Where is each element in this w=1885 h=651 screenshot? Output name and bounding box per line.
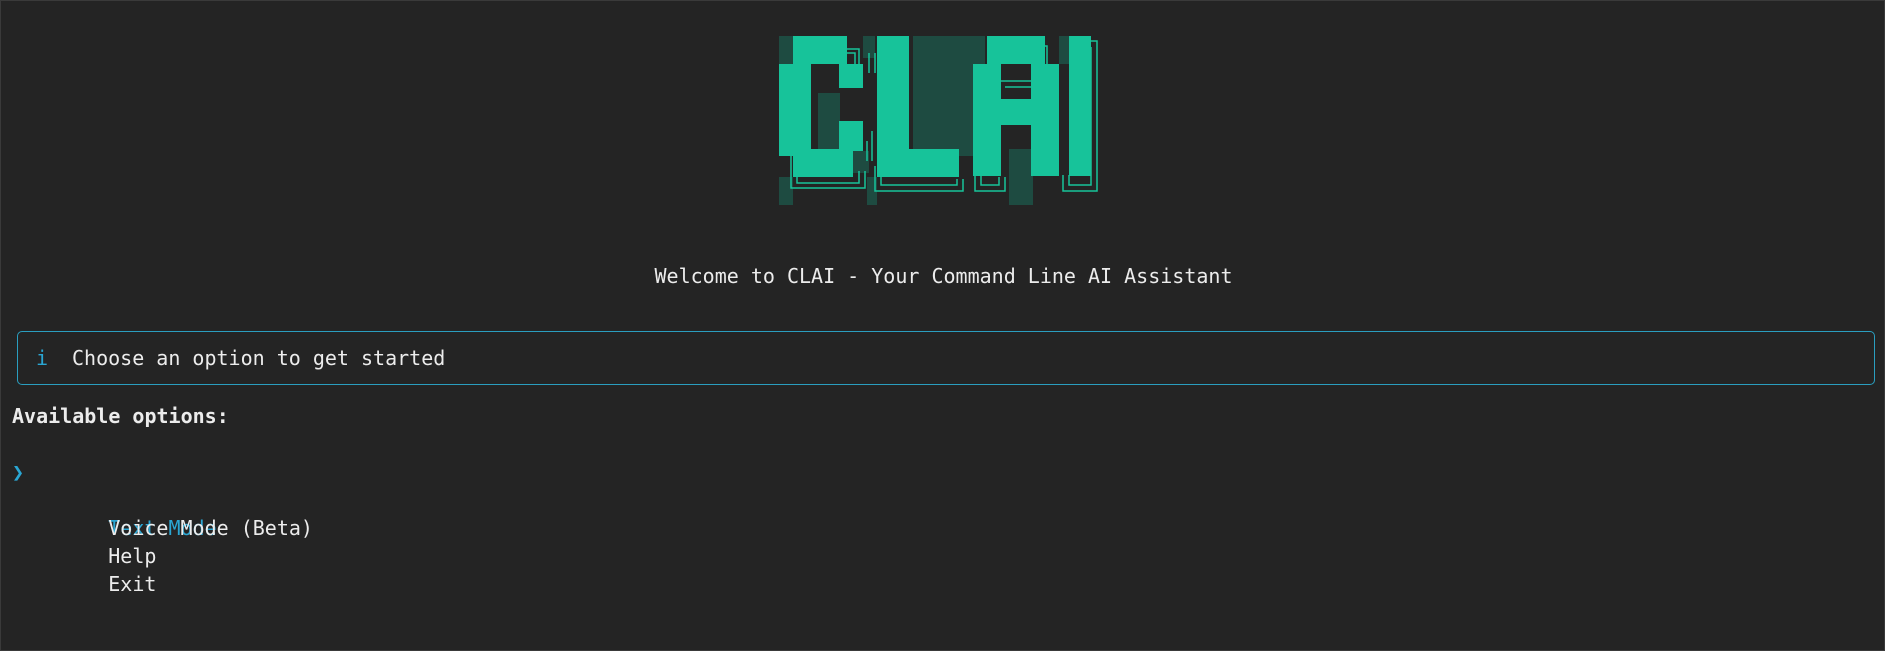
menu-item-help[interactable]: Help [12, 514, 313, 568]
options-menu: ❯ Text Mode Voice Mode (Beta) Help Exit [12, 458, 313, 596]
menu-item-voice-mode[interactable]: Voice Mode (Beta) [12, 486, 313, 540]
menu-item-exit[interactable]: Exit [12, 542, 313, 596]
selection-pointer-icon: ❯ [12, 460, 25, 484]
welcome-message: Welcome to CLAI - Your Command Line AI A… [654, 264, 1233, 288]
info-banner: i Choose an option to get started [17, 331, 1875, 385]
menu-item-text-mode[interactable]: ❯ Text Mode [12, 458, 313, 540]
clai-logo [779, 36, 1098, 205]
menu-item-label: Exit [108, 572, 157, 596]
options-heading: Available options: [12, 404, 229, 428]
info-icon: i [36, 346, 49, 370]
info-message: Choose an option to get started [72, 346, 446, 370]
terminal-window: Welcome to CLAI - Your Command Line AI A… [0, 0, 1885, 651]
